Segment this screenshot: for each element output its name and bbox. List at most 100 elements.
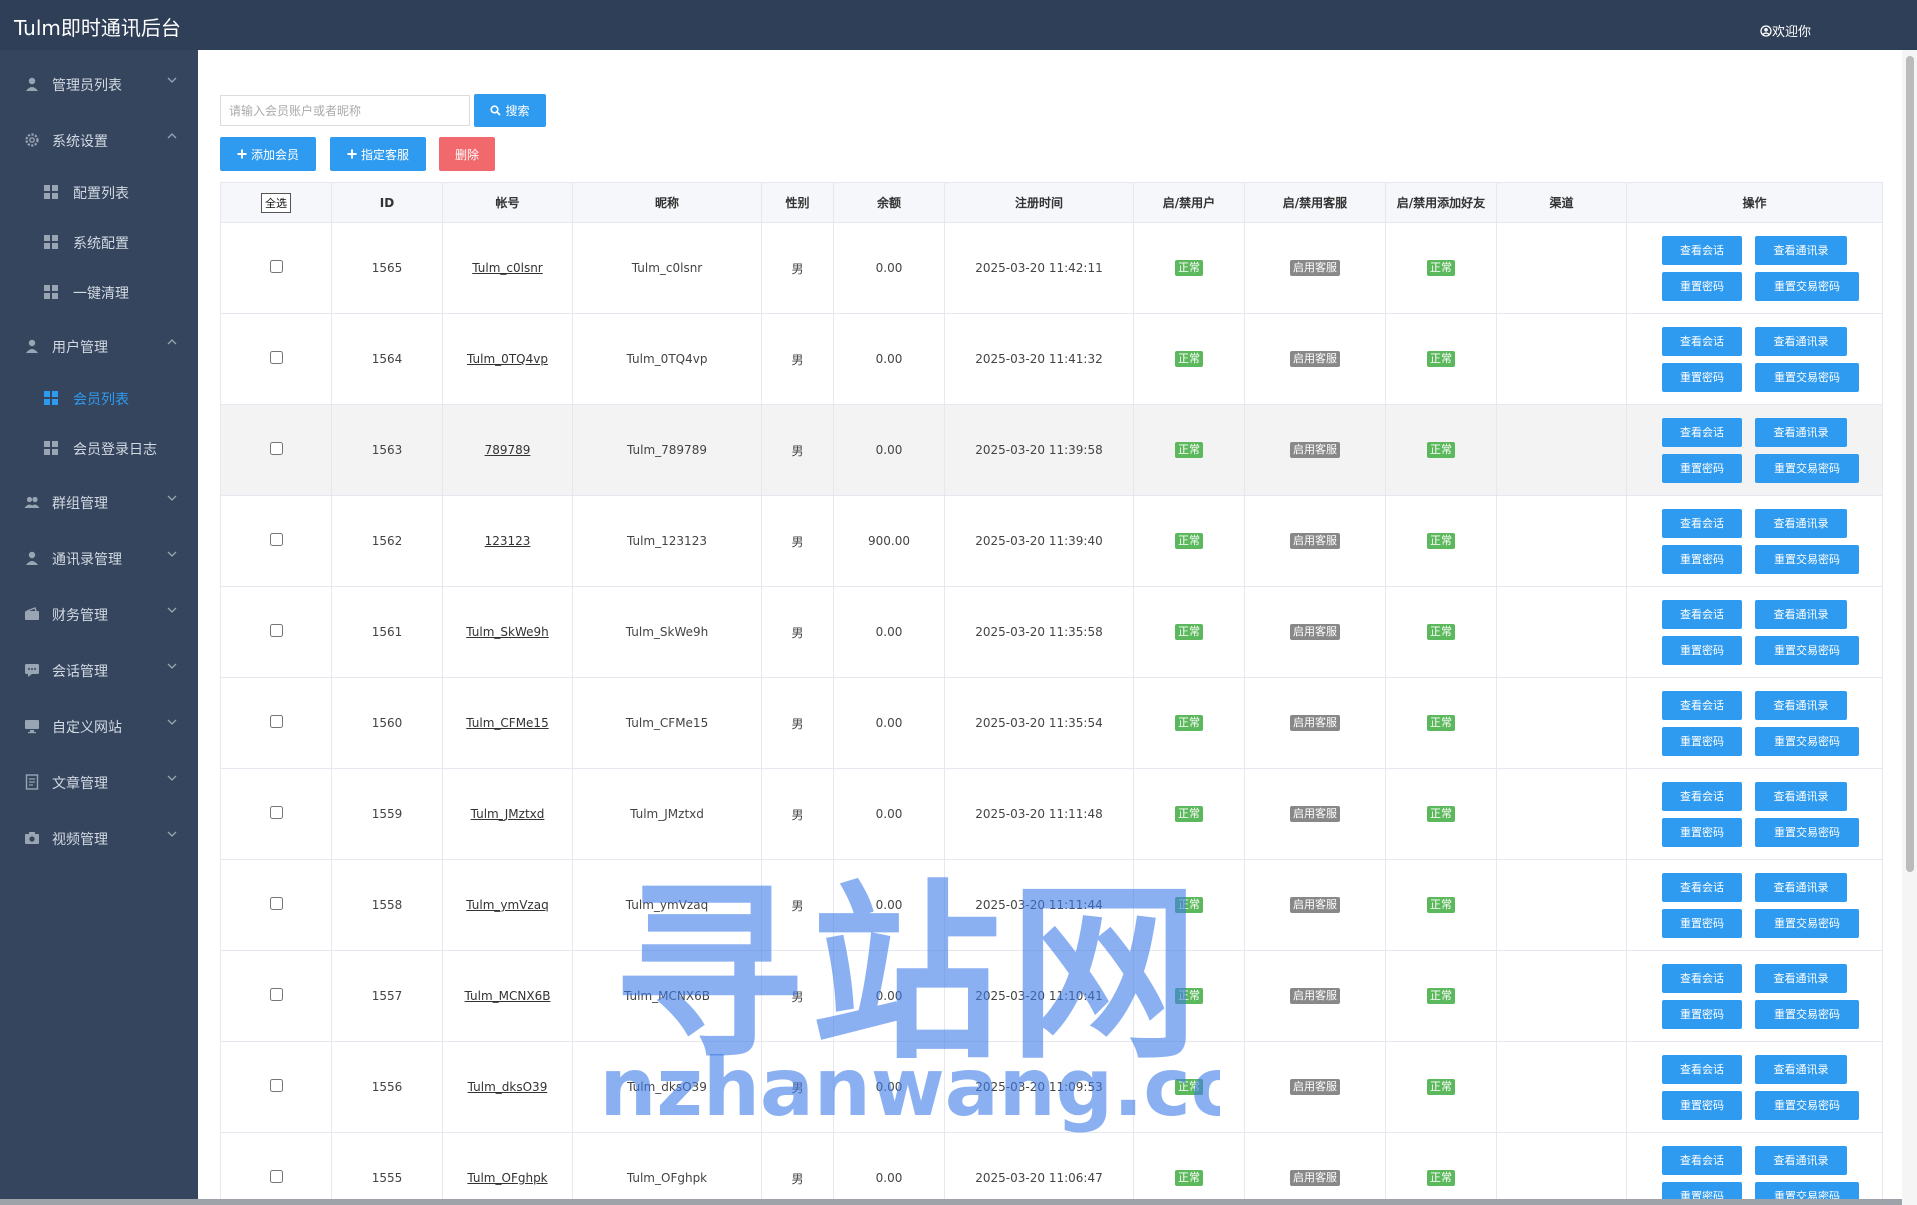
friend-status-badge[interactable]: 正常 bbox=[1427, 260, 1455, 276]
service-status-badge[interactable]: 启用客服 bbox=[1290, 260, 1340, 276]
view-contacts-button[interactable]: 查看通讯录 bbox=[1755, 781, 1847, 811]
sidebar-item-admin-list[interactable]: 管理员列表 bbox=[0, 62, 198, 106]
reset-trade-password-button[interactable]: 重置交易密码 bbox=[1755, 999, 1859, 1029]
row-checkbox[interactable] bbox=[269, 442, 283, 455]
view-contacts-button[interactable]: 查看通讯录 bbox=[1755, 508, 1847, 538]
view-contacts-button[interactable]: 查看通讯录 bbox=[1755, 417, 1847, 447]
delete-button[interactable]: 删除 bbox=[439, 137, 495, 171]
view-session-button[interactable]: 查看会话 bbox=[1662, 235, 1742, 265]
account-link[interactable]: 123123 bbox=[485, 534, 531, 548]
account-link[interactable]: Tulm_MCNX6B bbox=[465, 989, 551, 1003]
service-status-badge[interactable]: 启用客服 bbox=[1290, 1170, 1340, 1186]
view-contacts-button[interactable]: 查看通讯录 bbox=[1755, 690, 1847, 720]
row-checkbox[interactable] bbox=[269, 1170, 283, 1183]
view-session-button[interactable]: 查看会话 bbox=[1662, 781, 1742, 811]
user-status-badge[interactable]: 正常 bbox=[1175, 1170, 1203, 1186]
row-checkbox[interactable] bbox=[269, 897, 283, 910]
row-checkbox[interactable] bbox=[269, 260, 283, 273]
row-checkbox[interactable] bbox=[269, 351, 283, 364]
sidebar-item-custom-website[interactable]: 自定义网站 bbox=[0, 704, 198, 748]
row-checkbox[interactable] bbox=[269, 715, 283, 728]
reset-password-button[interactable]: 重置密码 bbox=[1662, 453, 1742, 483]
add-member-button[interactable]: 添加会员 bbox=[220, 137, 316, 171]
account-link[interactable]: Tulm_c0lsnr bbox=[472, 261, 543, 275]
service-status-badge[interactable]: 启用客服 bbox=[1290, 624, 1340, 640]
scrollbar-thumb[interactable] bbox=[1906, 56, 1914, 872]
reset-trade-password-button[interactable]: 重置交易密码 bbox=[1755, 635, 1859, 665]
row-checkbox[interactable] bbox=[269, 988, 283, 1001]
view-session-button[interactable]: 查看会话 bbox=[1662, 599, 1742, 629]
row-checkbox[interactable] bbox=[269, 533, 283, 546]
view-contacts-button[interactable]: 查看通讯录 bbox=[1755, 235, 1847, 265]
row-checkbox[interactable] bbox=[269, 624, 283, 637]
user-status-badge[interactable]: 正常 bbox=[1175, 351, 1203, 367]
service-status-badge[interactable]: 启用客服 bbox=[1290, 351, 1340, 367]
reset-password-button[interactable]: 重置密码 bbox=[1662, 362, 1742, 392]
sidebar-item-member-list[interactable]: 会员列表 bbox=[0, 378, 198, 418]
reset-trade-password-button[interactable]: 重置交易密码 bbox=[1755, 908, 1859, 938]
user-status-badge[interactable]: 正常 bbox=[1175, 624, 1203, 640]
service-status-badge[interactable]: 启用客服 bbox=[1290, 897, 1340, 913]
select-all-button[interactable]: 全选 bbox=[261, 192, 291, 213]
account-link[interactable]: Tulm_JMztxd bbox=[471, 807, 545, 821]
sidebar-item-user-management[interactable]: 用户管理 bbox=[0, 324, 198, 368]
sidebar-item-session-management[interactable]: 会话管理 bbox=[0, 648, 198, 692]
view-session-button[interactable]: 查看会话 bbox=[1662, 690, 1742, 720]
view-contacts-button[interactable]: 查看通讯录 bbox=[1755, 326, 1847, 356]
reset-trade-password-button[interactable]: 重置交易密码 bbox=[1755, 817, 1859, 847]
user-status-badge[interactable]: 正常 bbox=[1175, 897, 1203, 913]
reset-password-button[interactable]: 重置密码 bbox=[1662, 271, 1742, 301]
user-status-badge[interactable]: 正常 bbox=[1175, 806, 1203, 822]
view-contacts-button[interactable]: 查看通讯录 bbox=[1755, 963, 1847, 993]
friend-status-badge[interactable]: 正常 bbox=[1427, 1170, 1455, 1186]
reset-password-button[interactable]: 重置密码 bbox=[1662, 726, 1742, 756]
view-session-button[interactable]: 查看会话 bbox=[1662, 417, 1742, 447]
friend-status-badge[interactable]: 正常 bbox=[1427, 715, 1455, 731]
service-status-badge[interactable]: 启用客服 bbox=[1290, 715, 1340, 731]
friend-status-badge[interactable]: 正常 bbox=[1427, 442, 1455, 458]
account-link[interactable]: Tulm_OFghpk bbox=[467, 1171, 547, 1185]
view-contacts-button[interactable]: 查看通讯录 bbox=[1755, 872, 1847, 902]
reset-password-button[interactable]: 重置密码 bbox=[1662, 635, 1742, 665]
friend-status-badge[interactable]: 正常 bbox=[1427, 988, 1455, 1004]
friend-status-badge[interactable]: 正常 bbox=[1427, 806, 1455, 822]
sidebar-item-system-config[interactable]: 系统配置 bbox=[0, 222, 198, 262]
view-contacts-button[interactable]: 查看通讯录 bbox=[1755, 599, 1847, 629]
reset-password-button[interactable]: 重置密码 bbox=[1662, 817, 1742, 847]
account-link[interactable]: 789789 bbox=[485, 443, 531, 457]
reset-trade-password-button[interactable]: 重置交易密码 bbox=[1755, 453, 1859, 483]
reset-password-button[interactable]: 重置密码 bbox=[1662, 1090, 1742, 1120]
sidebar-item-system-settings[interactable]: 系统设置 bbox=[0, 118, 198, 162]
view-session-button[interactable]: 查看会话 bbox=[1662, 508, 1742, 538]
reset-password-button[interactable]: 重置密码 bbox=[1662, 999, 1742, 1029]
user-status-badge[interactable]: 正常 bbox=[1175, 988, 1203, 1004]
account-link[interactable]: Tulm_SkWe9h bbox=[466, 625, 549, 639]
account-link[interactable]: Tulm_dksO39 bbox=[468, 1080, 548, 1094]
reset-trade-password-button[interactable]: 重置交易密码 bbox=[1755, 544, 1859, 574]
user-status-badge[interactable]: 正常 bbox=[1175, 442, 1203, 458]
reset-trade-password-button[interactable]: 重置交易密码 bbox=[1755, 362, 1859, 392]
friend-status-badge[interactable]: 正常 bbox=[1427, 351, 1455, 367]
sidebar-item-member-login-log[interactable]: 会员登录日志 bbox=[0, 428, 198, 468]
sidebar-item-group-management[interactable]: 群组管理 bbox=[0, 480, 198, 524]
view-session-button[interactable]: 查看会话 bbox=[1662, 1145, 1742, 1175]
friend-status-badge[interactable]: 正常 bbox=[1427, 1079, 1455, 1095]
user-status-badge[interactable]: 正常 bbox=[1175, 260, 1203, 276]
account-link[interactable]: Tulm_0TQ4vp bbox=[467, 352, 548, 366]
view-contacts-button[interactable]: 查看通讯录 bbox=[1755, 1145, 1847, 1175]
user-status-badge[interactable]: 正常 bbox=[1175, 1079, 1203, 1095]
user-status-badge[interactable]: 正常 bbox=[1175, 533, 1203, 549]
sidebar-item-one-click-clean[interactable]: 一键清理 bbox=[0, 272, 198, 312]
friend-status-badge[interactable]: 正常 bbox=[1427, 897, 1455, 913]
assign-service-button[interactable]: 指定客服 bbox=[330, 137, 426, 171]
view-session-button[interactable]: 查看会话 bbox=[1662, 872, 1742, 902]
view-contacts-button[interactable]: 查看通讯录 bbox=[1755, 1054, 1847, 1084]
view-session-button[interactable]: 查看会话 bbox=[1662, 963, 1742, 993]
reset-password-button[interactable]: 重置密码 bbox=[1662, 544, 1742, 574]
account-link[interactable]: Tulm_ymVzaq bbox=[466, 898, 548, 912]
welcome-user[interactable]: 欢迎你 bbox=[1760, 21, 1811, 40]
reset-trade-password-button[interactable]: 重置交易密码 bbox=[1755, 726, 1859, 756]
sidebar-item-config-list[interactable]: 配置列表 bbox=[0, 172, 198, 212]
service-status-badge[interactable]: 启用客服 bbox=[1290, 988, 1340, 1004]
account-link[interactable]: Tulm_CFMe15 bbox=[466, 716, 548, 730]
